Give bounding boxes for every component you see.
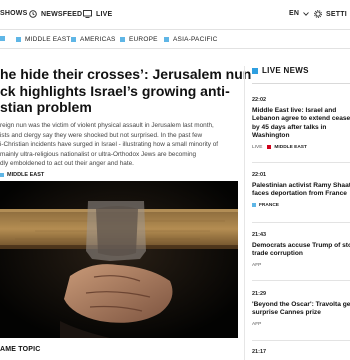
region-label: EUROPE [129,36,158,43]
bullet-square-icon [16,37,21,42]
article-headline[interactable]: he hide their crosses’: Jerusalem nun ck… [0,66,251,116]
live-news-panel: LIVE NEWS [252,66,350,84]
region-label: ASIA-PACIFIC [173,36,218,43]
bullet-square-icon [0,173,4,177]
divider [252,280,350,281]
photo-illustration [0,181,238,338]
shows-label: SHOWS [0,10,28,17]
article-tag-label: MIDDLE EAST [7,172,45,178]
news-title[interactable]: Middle East live: Israel and Lebanon agr… [252,107,350,141]
bullet-square-icon [252,67,258,74]
live-label: LIVE [96,10,113,18]
live-news-item[interactable]: 21:17 [252,349,350,355]
tv-icon [83,10,92,18]
news-meta: AFP [252,263,350,268]
shows-link[interactable]: SHOWS [0,10,27,17]
news-time: 21:17 [252,349,267,355]
newsfeed-link[interactable]: NEWSFEED [29,10,82,18]
live-news-item[interactable]: 22:02 Middle East live: Israel and Leban… [252,97,350,150]
live-news-item[interactable]: 21:29 'Beyond the Oscar': Travolta ge su… [252,291,350,327]
same-topic-heading: AME TOPIC [0,346,41,353]
divider [252,340,350,341]
article-tag[interactable]: MIDDLE EAST [0,172,44,178]
divider [252,222,350,223]
language-selector[interactable]: EN [289,10,313,17]
live-news-title: LIVE NEWS [262,66,309,75]
news-title[interactable]: Palestinian activist Ramy Shaat faces de… [252,182,350,199]
live-news-item[interactable]: 21:43 Democrats accuse Trump of sto trad… [252,232,350,268]
top-navigation-bar: SHOWS NEWSFEED LIVE EN SETTI [0,0,350,30]
article-summary: reign nun was the victim of violent phys… [0,122,219,168]
article-photo[interactable] [0,181,238,338]
bullet-square-icon [120,37,125,42]
news-meta: FRANCE [252,203,350,208]
settings-link[interactable]: SETTI [314,10,347,18]
region-item-americas[interactable]: AMERICAS [71,36,116,43]
live-link[interactable]: LIVE [83,10,112,18]
news-title[interactable]: Democrats accuse Trump of sto trade corr… [252,242,350,259]
news-tag[interactable]: FRANCE [259,203,279,208]
region-item-europe[interactable]: EUROPE [120,36,158,43]
gear-icon [314,10,322,18]
news-source: AFP [252,321,262,327]
bullet-square-icon [252,203,256,208]
newsfeed-label: NEWSFEED [41,10,83,18]
live-news-item[interactable]: 22:01 Palestinian activist Ramy Shaat fa… [252,172,350,208]
live-news-heading[interactable]: LIVE NEWS [252,66,350,75]
bullet-square-icon [0,36,5,41]
clock-icon [29,10,37,18]
news-time: 22:01 [252,172,267,178]
region-navigation: MIDDLE EAST AMERICAS EUROPE ASIA-PACIFIC [0,31,350,49]
region-item-middle-east[interactable]: MIDDLE EAST [16,36,71,43]
news-time: 21:43 [252,232,267,238]
bullet-square-icon [267,145,272,150]
divider [252,162,350,163]
news-title[interactable]: 'Beyond the Oscar': Travolta ge surprise… [252,301,350,318]
news-source: AFP [252,262,262,268]
news-tag[interactable]: MIDDLE EAST [274,145,307,150]
news-meta: LIVE MIDDLE EAST [252,145,350,150]
column-divider [244,66,245,360]
news-meta: AFP [252,322,350,327]
chevron-down-icon [303,11,309,16]
settings-label: SETTI [326,10,347,18]
bullet-square-icon [71,37,76,42]
news-time: 22:02 [252,97,267,103]
region-label: MIDDLE EAST [25,36,71,43]
region-label: AMERICAS [80,36,116,43]
region-item-asia-pacific[interactable]: ASIA-PACIFIC [164,36,218,43]
language-label: EN [289,10,300,17]
bullet-square-icon [164,37,169,42]
live-badge: LIVE [252,144,263,150]
region-item-left-edge[interactable] [0,36,9,41]
news-time: 21:29 [252,291,267,297]
